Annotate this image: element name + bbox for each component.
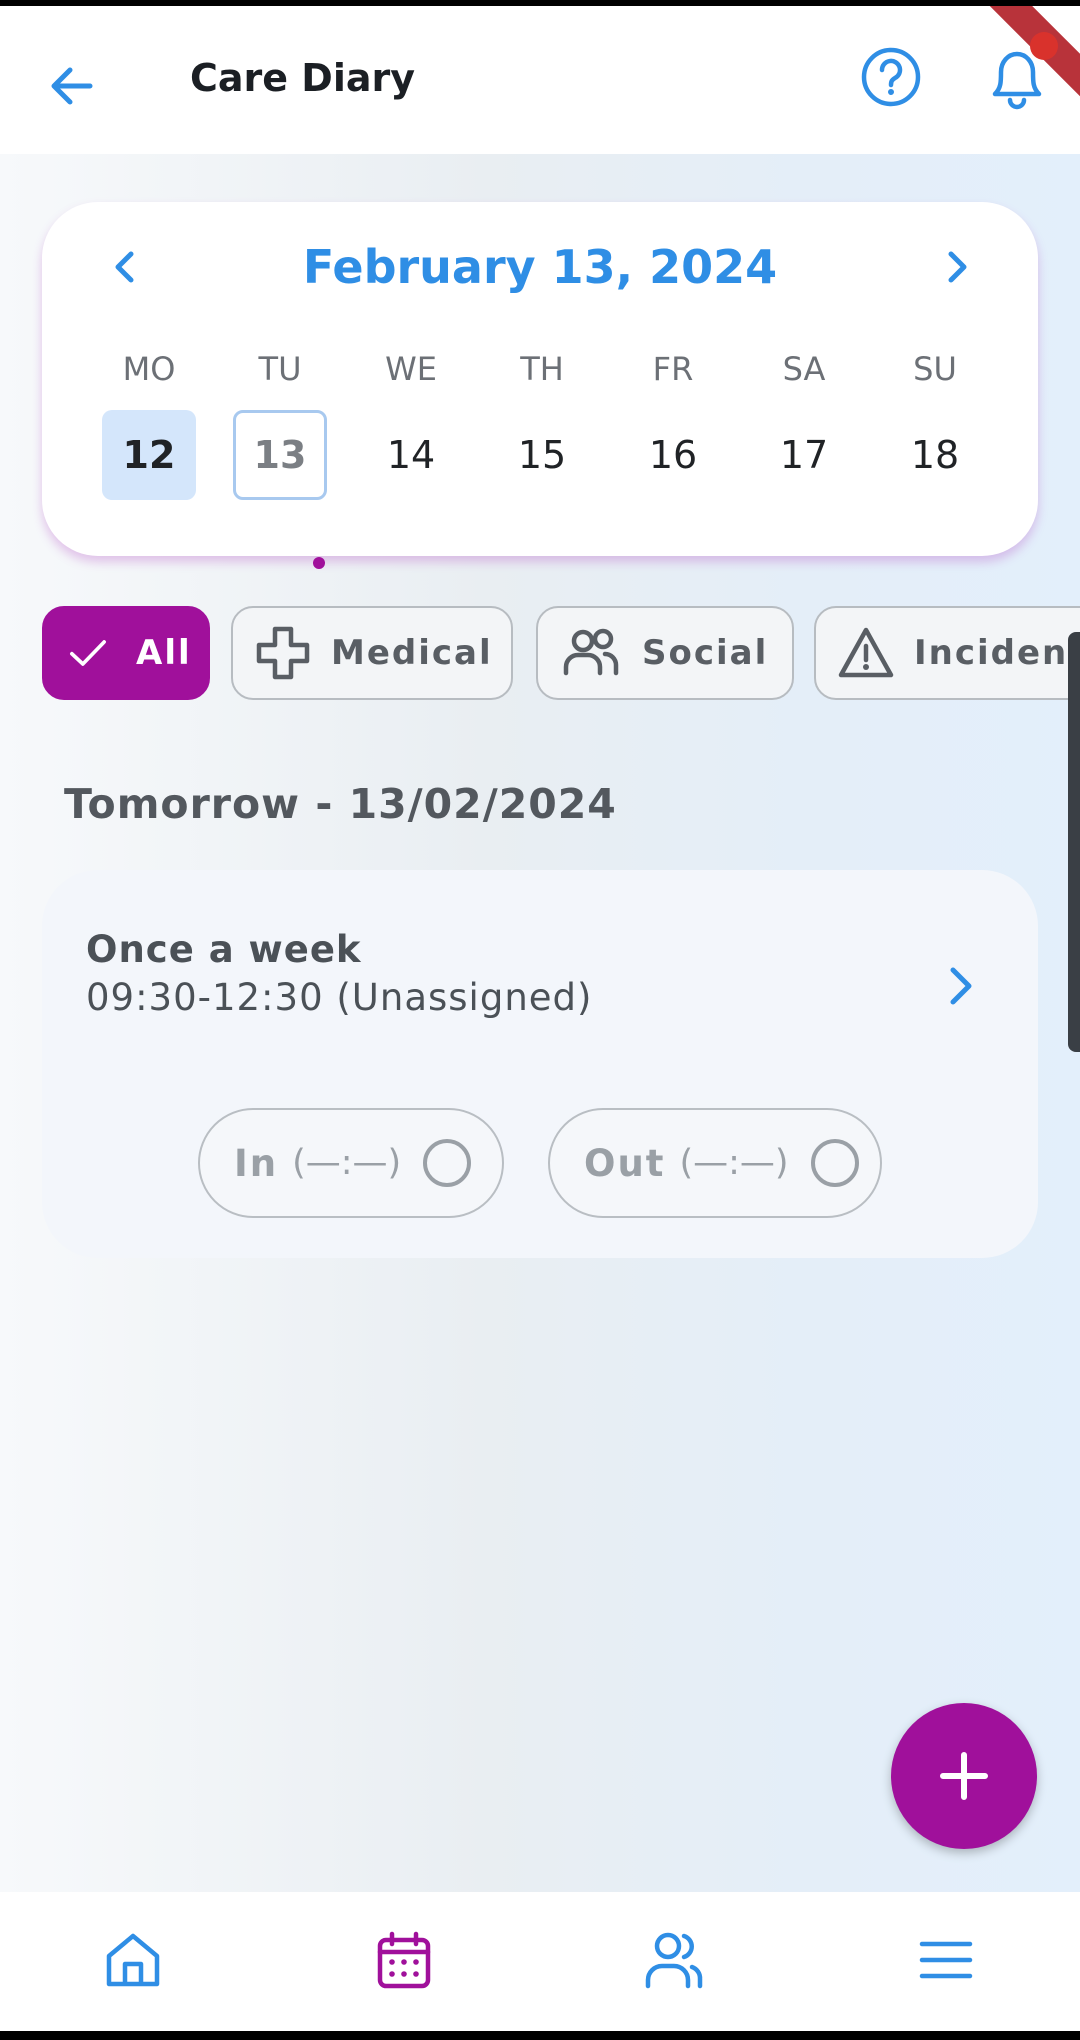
calendar-icon bbox=[377, 1931, 431, 1989]
clock-in-label: In bbox=[234, 1141, 279, 1185]
menu-icon bbox=[919, 1941, 973, 1979]
filter-chip-incident[interactable]: Incident bbox=[814, 606, 1080, 700]
chevron-right-icon bbox=[948, 251, 967, 283]
date-section-heading: Tomorrow - 13/02/2024 bbox=[64, 780, 617, 828]
chip-label: All bbox=[136, 633, 192, 673]
clock-out-radio bbox=[810, 1139, 859, 1187]
next-week-button[interactable] bbox=[932, 242, 982, 292]
help-icon bbox=[861, 47, 921, 107]
back-button[interactable] bbox=[44, 58, 100, 114]
page-title: Care Diary bbox=[190, 56, 415, 100]
week-calendar: February 13, 2024 MO TU WE TH FR SA SU 1… bbox=[42, 202, 1038, 569]
check-icon bbox=[70, 640, 106, 666]
clock-in-time: (—:—) bbox=[292, 1143, 402, 1183]
nav-menu[interactable] bbox=[914, 1928, 978, 1992]
scrollbar[interactable] bbox=[1068, 632, 1080, 1052]
content-area: February 13, 2024 MO TU WE TH FR SA SU 1… bbox=[0, 154, 1080, 1892]
chip-label: Incident bbox=[914, 633, 1080, 673]
visit-card[interactable]: Once a week 09:30-12:30 (Unassigned) In … bbox=[42, 870, 1038, 1258]
day-cell[interactable]: 18 bbox=[888, 410, 982, 500]
filter-chip-medical[interactable]: Medical bbox=[231, 606, 513, 700]
warning-icon bbox=[838, 627, 894, 678]
day-cell-today[interactable]: 13 bbox=[233, 410, 327, 500]
day-cell[interactable]: 14 bbox=[364, 410, 458, 500]
chip-label: Medical bbox=[331, 633, 493, 673]
clock-in-radio bbox=[423, 1139, 472, 1187]
filter-chip-social[interactable]: Social bbox=[536, 606, 794, 700]
add-entry-button[interactable] bbox=[891, 1703, 1037, 1849]
help-button[interactable] bbox=[860, 46, 922, 108]
filter-chip-all[interactable]: All bbox=[42, 606, 210, 700]
weekday-label: FR bbox=[652, 350, 694, 388]
visit-details-button[interactable] bbox=[932, 958, 988, 1014]
visit-time: 09:30-12:30 (Unassigned) bbox=[86, 976, 593, 1019]
calendar-month-label[interactable]: February 13, 2024 bbox=[192, 240, 888, 294]
weekday-label: SA bbox=[782, 350, 826, 388]
day-cell[interactable]: 17 bbox=[757, 410, 851, 500]
plus-icon bbox=[940, 1752, 988, 1800]
nav-people[interactable] bbox=[642, 1928, 706, 1992]
day-cell-selected[interactable]: 12 bbox=[102, 410, 196, 500]
clock-in-button[interactable]: In (—:—) bbox=[198, 1108, 504, 1218]
previous-week-button[interactable] bbox=[100, 242, 150, 292]
weekday-label: TU bbox=[258, 350, 302, 388]
visit-title: Once a week bbox=[86, 928, 362, 971]
chevron-right-icon bbox=[950, 967, 972, 1005]
notification-badge bbox=[1030, 32, 1058, 60]
chip-label: Social bbox=[642, 633, 769, 673]
clock-out-time: (—:—) bbox=[679, 1143, 789, 1183]
screen: Care Diary February 13, 2024 MO TU WE TH… bbox=[0, 6, 1080, 2031]
weekday-label: TH bbox=[520, 350, 564, 388]
users-icon bbox=[645, 1932, 703, 1989]
weekday-label: MO bbox=[122, 350, 176, 388]
plus-cross-icon bbox=[256, 626, 310, 680]
app-bar: Care Diary bbox=[0, 6, 1080, 154]
arrow-left-icon bbox=[51, 67, 93, 105]
clock-out-label: Out bbox=[584, 1141, 666, 1185]
filter-chip-row: All Medical Social Incident bbox=[42, 606, 1080, 702]
clock-out-button[interactable]: Out (—:—) bbox=[548, 1108, 882, 1218]
day-cell[interactable]: 15 bbox=[495, 410, 589, 500]
nav-home[interactable] bbox=[101, 1928, 165, 1992]
event-indicator-dot bbox=[313, 557, 325, 569]
day-row: 12 13 14 15 16 17 18 bbox=[102, 410, 1002, 500]
nav-calendar[interactable] bbox=[372, 1928, 436, 1992]
chevron-left-icon bbox=[115, 251, 134, 283]
people-icon bbox=[563, 628, 619, 676]
day-cell[interactable]: 16 bbox=[626, 410, 720, 500]
weekday-label: WE bbox=[385, 350, 437, 388]
weekday-label: SU bbox=[913, 350, 957, 388]
home-icon bbox=[106, 1933, 160, 1987]
bottom-navigation bbox=[0, 1892, 1080, 2031]
